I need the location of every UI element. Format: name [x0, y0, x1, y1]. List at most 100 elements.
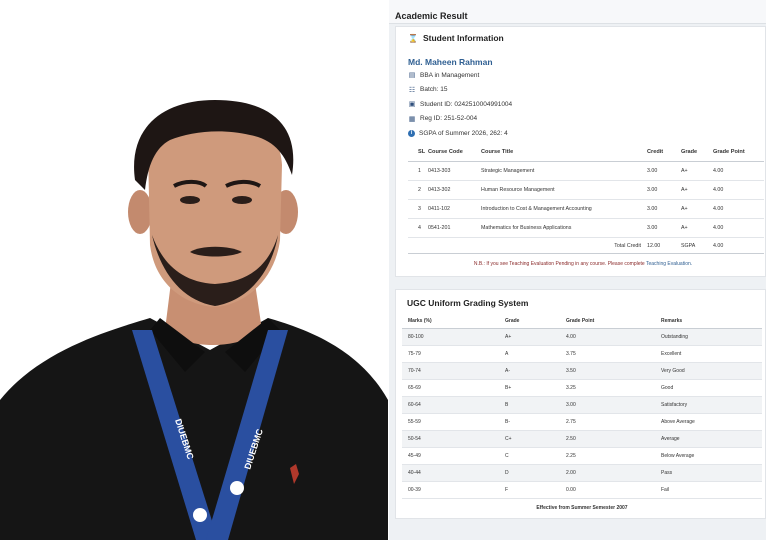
- student-info-header: ⌛ Student Information: [408, 33, 765, 43]
- lanyard-logo: [230, 481, 244, 495]
- cell-credit: 3.00: [647, 161, 681, 181]
- page-title: Academic Result: [395, 11, 468, 21]
- ugc-title: UGC Uniform Grading System: [407, 298, 529, 308]
- page-header: Academic Result: [389, 0, 766, 24]
- cell-grade: C: [505, 447, 566, 465]
- cell-grade: A-: [505, 362, 566, 380]
- cell-sl: 1: [408, 161, 428, 181]
- total-row: Total Credit 12.00 SGPA 4.00: [408, 237, 764, 254]
- cell-grade: B-: [505, 413, 566, 431]
- batch-line: ☷ Batch: 15: [408, 86, 765, 94]
- table-row: 55-59 B- 2.75 Above Average: [402, 413, 762, 431]
- column-header: Marks (%): [402, 314, 505, 329]
- column-header: Course Code: [428, 143, 481, 162]
- cell-remarks: Outstanding: [661, 328, 762, 346]
- cell-marks: 00-39: [402, 481, 505, 499]
- total-credit-label: Total Credit: [408, 237, 647, 254]
- cell-marks: 75-79: [402, 345, 505, 363]
- cell-grade-point: 3.00: [566, 396, 661, 414]
- table-row: 3 0411-102 Introduction to Cost & Manage…: [408, 199, 764, 219]
- cell-marks: 65-69: [402, 379, 505, 397]
- cell-remarks: Below Average: [661, 447, 762, 465]
- cell-grade-point: 3.75: [566, 345, 661, 363]
- total-credit-value: 12.00: [647, 237, 681, 254]
- batch-text: Batch: 15: [420, 86, 448, 93]
- cell-grade-point: 4.00: [713, 180, 764, 200]
- cell-course-title: Strategic Management: [481, 161, 647, 181]
- cell-remarks: Average: [661, 430, 762, 448]
- cell-remarks: Fail: [661, 481, 762, 499]
- student-id-text: Student ID: 0242510004991004: [420, 100, 513, 108]
- cell-credit: 3.00: [647, 180, 681, 200]
- info-icon: i: [408, 129, 415, 137]
- reg-id-text: Reg ID: 251-52-004: [420, 115, 478, 122]
- table-row: 00-39 F 0.00 Fail: [402, 481, 762, 499]
- cell-remarks: Above Average: [661, 413, 762, 431]
- table-row: 75-79 A 3.75 Excellent: [402, 345, 762, 363]
- sgpa-text: SGPA of Summer 2026, 262: 4: [419, 129, 508, 137]
- cell-sl: 4: [408, 218, 428, 238]
- cell-course-title: Human Resource Management: [481, 180, 647, 200]
- lanyard-logo: [193, 508, 207, 522]
- cell-course-title: Mathematics for Business Applications: [481, 218, 647, 238]
- cell-grade: A+: [681, 199, 713, 219]
- cell-marks: 80-100: [402, 328, 505, 346]
- book-icon: ▤: [408, 72, 416, 79]
- sgpa-value: 4.00: [713, 237, 764, 254]
- cell-marks: 70-74: [402, 362, 505, 380]
- cell-course-code: 0411-102: [428, 199, 481, 219]
- table-row: 40-44 D 2.00 Pass: [402, 464, 762, 482]
- grading-table: Marks (%) Grade Grade Point Remarks 80-1…: [402, 314, 762, 499]
- column-header: Remarks: [661, 314, 762, 329]
- table-row: 80-100 A+ 4.00 Outstanding: [402, 328, 762, 346]
- table-row: 2 0413-302 Human Resource Management 3.0…: [408, 180, 764, 200]
- cell-credit: 3.00: [647, 218, 681, 238]
- cell-grade: D: [505, 464, 566, 482]
- cell-remarks: Very Good: [661, 362, 762, 380]
- cell-remarks: Excellent: [661, 345, 762, 363]
- cell-grade-point: 3.50: [566, 362, 661, 380]
- student-name: Md. Maheen Rahman: [408, 57, 493, 67]
- column-header: Grade: [681, 143, 713, 162]
- reg-id-line: ▦ Reg ID: 251-52-004: [408, 115, 765, 123]
- cell-grade: F: [505, 481, 566, 499]
- grading-table-header: Marks (%) Grade Grade Point Remarks: [402, 314, 762, 329]
- cell-grade: A+: [681, 161, 713, 181]
- cell-sl: 3: [408, 199, 428, 219]
- cell-grade: A+: [505, 328, 566, 346]
- student-info-title: Student Information: [422, 33, 504, 43]
- cell-course-code: 0413-302: [428, 180, 481, 200]
- column-header: Credit: [647, 143, 681, 162]
- cell-remarks: Pass: [661, 464, 762, 482]
- ugc-grading-card: UGC Uniform Grading System Marks (%) Gra…: [395, 289, 766, 519]
- cell-marks: 40-44: [402, 464, 505, 482]
- cell-course-code: 0541-201: [428, 218, 481, 238]
- cell-grade-point: 3.25: [566, 379, 661, 397]
- program-text: BBA in Management: [420, 71, 480, 79]
- table-row: 45-49 C 2.25 Below Average: [402, 447, 762, 465]
- column-header: Grade Point: [566, 314, 661, 329]
- effective-note: Effective from Summer Semester 2007: [536, 504, 628, 511]
- table-row: 65-69 B+ 3.25 Good: [402, 379, 762, 397]
- notice-text: N.B.: If you see Teaching Evaluation Pen…: [473, 261, 645, 267]
- teaching-evaluation-link[interactable]: Teaching Evaluation.: [646, 261, 692, 267]
- academic-result-panel: Academic Result ⌛ Student Information Md…: [389, 0, 766, 540]
- cell-grade-point: 4.00: [566, 328, 661, 346]
- cell-grade: B+: [505, 379, 566, 397]
- cell-marks: 45-49: [402, 447, 505, 465]
- cell-course-title: Introduction to Cost & Management Accoun…: [481, 199, 647, 219]
- cell-grade: A: [505, 345, 566, 363]
- portrait-illustration: DIUEBMC DIUEBMC: [0, 100, 388, 540]
- column-header: Grade: [505, 314, 566, 329]
- sgpa-label: SGPA: [681, 237, 713, 254]
- cell-marks: 55-59: [402, 413, 505, 431]
- cell-grade-point: 2.25: [566, 447, 661, 465]
- cell-grade-point: 2.50: [566, 430, 661, 448]
- cell-grade: B: [505, 396, 566, 414]
- id-card-icon: ▦: [408, 115, 416, 123]
- column-header: Course Title: [481, 143, 647, 162]
- eye: [232, 196, 252, 204]
- student-id-line: ▣ Student ID: 0242510004991004: [408, 100, 765, 109]
- teaching-evaluation-notice: N.B.: If you see Teaching Evaluation Pen…: [402, 261, 764, 267]
- users-icon: ☷: [408, 86, 416, 94]
